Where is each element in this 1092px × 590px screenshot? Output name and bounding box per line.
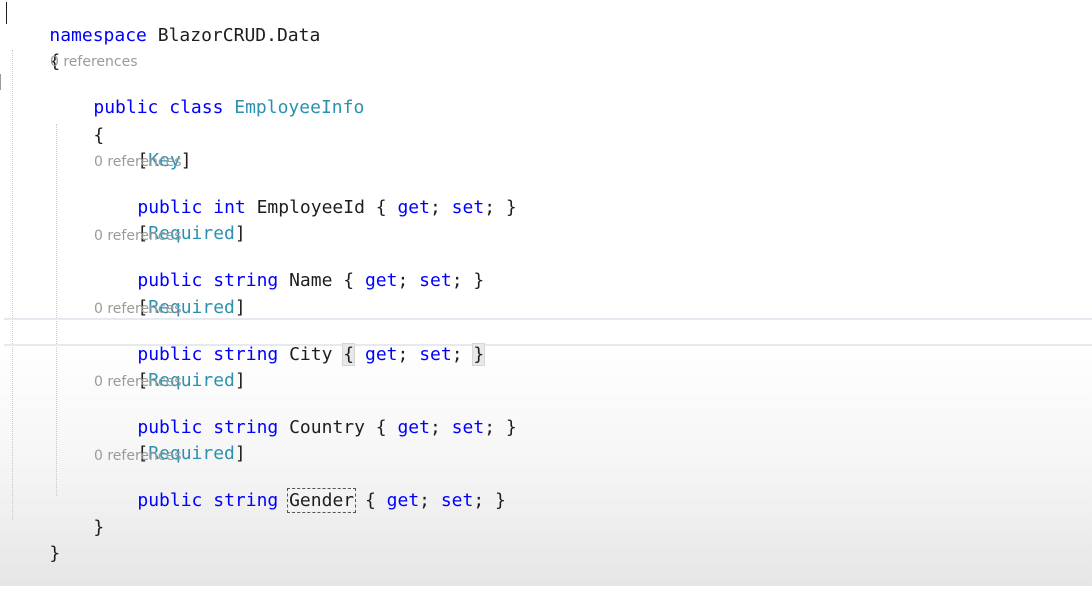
outline-gutter-marker[interactable] bbox=[0, 74, 3, 90]
accessor-brace: { bbox=[354, 490, 387, 511]
namespace-name: BlazorCRUD.Data bbox=[146, 25, 321, 46]
attribute-bracket: ] bbox=[234, 370, 246, 391]
attribute-line[interactable]: [Required] bbox=[94, 345, 245, 391]
type-keyword: string bbox=[202, 490, 290, 511]
outer-open-brace[interactable]: { bbox=[6, 26, 60, 72]
attribute-line[interactable]: [Key] bbox=[94, 125, 191, 171]
accessor-close: ; } bbox=[484, 417, 517, 438]
set-keyword: set bbox=[451, 417, 485, 438]
attribute-bracket: ] bbox=[180, 150, 192, 171]
inner-close-brace[interactable]: } bbox=[50, 492, 104, 538]
attribute-line[interactable]: [Required] bbox=[94, 198, 245, 244]
property-name-rename-box[interactable]: Gender bbox=[287, 488, 357, 513]
semicolon: ; bbox=[429, 197, 452, 218]
accessor-open-brace-highlight: { bbox=[332, 343, 365, 366]
member-codelens[interactable]: 0 references bbox=[94, 447, 182, 465]
class-codelens[interactable]: 0 references bbox=[50, 53, 138, 71]
attribute-bracket: ] bbox=[234, 297, 246, 318]
semicolon: ; bbox=[397, 270, 420, 291]
member-codelens[interactable]: 0 references bbox=[94, 300, 182, 318]
public-keyword: public bbox=[137, 490, 203, 511]
indent-guide-outer bbox=[12, 50, 13, 520]
brace-char: } bbox=[93, 517, 105, 538]
accessor-brace: { bbox=[364, 197, 398, 218]
text-caret bbox=[6, 2, 7, 24]
set-keyword: set bbox=[451, 197, 485, 218]
matched-brace-open: { bbox=[342, 343, 356, 366]
member-codelens[interactable]: 0 references bbox=[94, 227, 182, 245]
property-line[interactable]: public string Gender { get; set; } bbox=[94, 465, 506, 513]
matched-brace-close: } bbox=[472, 343, 486, 366]
member-codelens[interactable]: 0 references bbox=[94, 373, 182, 391]
property-name: EmployeeId bbox=[256, 197, 365, 218]
set-keyword: set bbox=[440, 490, 474, 511]
semicolon: ; bbox=[397, 344, 420, 365]
member-codelens[interactable]: 0 references bbox=[94, 153, 182, 171]
class-name: EmployeeInfo bbox=[234, 97, 365, 118]
property-line[interactable]: public string City { get; set; } bbox=[94, 319, 486, 366]
set-keyword: set bbox=[419, 270, 452, 291]
namespace-line[interactable]: namespace BlazorCRUD.Data bbox=[6, 0, 320, 46]
code-editor[interactable]: namespace BlazorCRUD.Data { 0 references… bbox=[0, 0, 1092, 586]
property-line[interactable]: public string Name { get; set; } bbox=[94, 245, 484, 291]
brace-char: } bbox=[49, 543, 61, 564]
class-keyword: class bbox=[158, 97, 235, 118]
accessor-close: ; } bbox=[473, 490, 506, 511]
semicolon: ; bbox=[419, 490, 441, 511]
get-keyword: get bbox=[386, 490, 420, 511]
get-keyword: get bbox=[364, 270, 398, 291]
inner-open-brace[interactable]: { bbox=[50, 100, 104, 146]
semicolon: ; bbox=[429, 417, 452, 438]
get-keyword: get bbox=[364, 344, 398, 365]
property-name: Name bbox=[289, 270, 333, 291]
indent-guide-inner bbox=[56, 124, 57, 496]
property-line[interactable]: public int EmployeeId { get; set; } bbox=[94, 172, 516, 218]
outer-close-brace[interactable]: } bbox=[6, 518, 60, 564]
attribute-bracket: ] bbox=[234, 443, 246, 464]
attribute-bracket: ] bbox=[234, 223, 246, 244]
property-name: Country bbox=[289, 417, 365, 438]
semicolon: ; bbox=[451, 344, 474, 365]
get-keyword: get bbox=[397, 197, 430, 218]
property-line[interactable]: public string Country { get; set; } bbox=[94, 392, 516, 438]
accessor-close: ; } bbox=[484, 197, 517, 218]
attribute-line[interactable]: [Required] bbox=[94, 272, 245, 318]
attribute-line[interactable]: [Required] bbox=[94, 418, 245, 464]
get-keyword: get bbox=[397, 417, 430, 438]
accessor-brace: { bbox=[332, 270, 365, 291]
property-name: City bbox=[289, 344, 333, 365]
class-declaration-line[interactable]: public class EmployeeInfo bbox=[50, 72, 364, 118]
accessor-close: ; } bbox=[451, 270, 485, 291]
accessor-brace: { bbox=[364, 417, 398, 438]
set-keyword: set bbox=[419, 344, 452, 365]
namespace-keyword: namespace bbox=[49, 25, 147, 46]
